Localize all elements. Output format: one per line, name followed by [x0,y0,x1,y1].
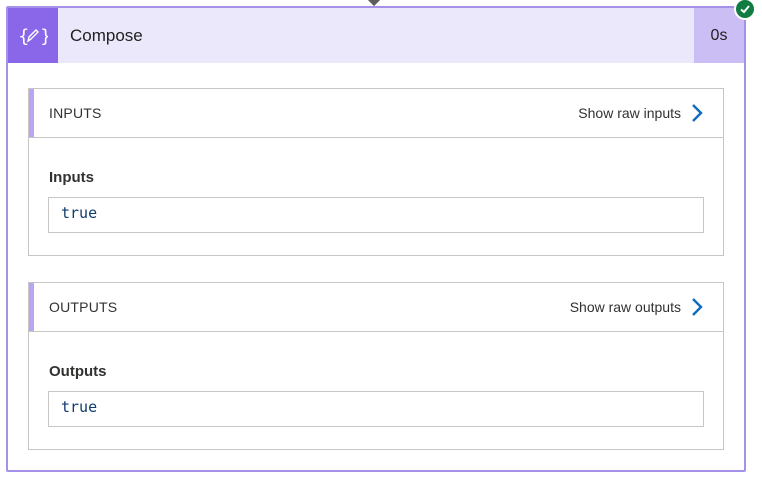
outputs-section-header: OUTPUTS Show raw outputs [29,283,723,332]
inputs-value-box[interactable]: true [48,197,704,233]
outputs-value-box[interactable]: true [48,391,704,427]
chevron-right-icon [692,298,703,316]
action-title: Compose [70,26,143,45]
outputs-section-title: OUTPUTS [49,299,118,315]
show-raw-inputs-label: Show raw inputs [578,105,681,121]
outputs-section: OUTPUTS Show raw outputs Outputs true [28,282,724,450]
compose-action-card: { } Compose 0s INPUTS Show raw inputs In… [6,6,746,472]
inputs-field-label: Inputs [49,169,94,186]
action-header[interactable]: { } Compose 0s [8,8,744,63]
svg-text:{: { [18,26,29,47]
inputs-section: INPUTS Show raw inputs Inputs true [28,88,724,256]
chevron-right-icon [692,104,703,122]
outputs-field-label: Outputs [49,363,107,380]
svg-text:}: } [40,26,48,47]
check-circle-icon [734,0,756,20]
inputs-section-header: INPUTS Show raw inputs [29,89,723,138]
inputs-section-title: INPUTS [49,105,102,121]
show-raw-outputs-label: Show raw outputs [569,299,681,315]
compose-braces-icon: { } [8,8,58,63]
show-raw-outputs-link[interactable]: Show raw outputs [570,283,703,331]
show-raw-inputs-link[interactable]: Show raw inputs [578,89,703,137]
